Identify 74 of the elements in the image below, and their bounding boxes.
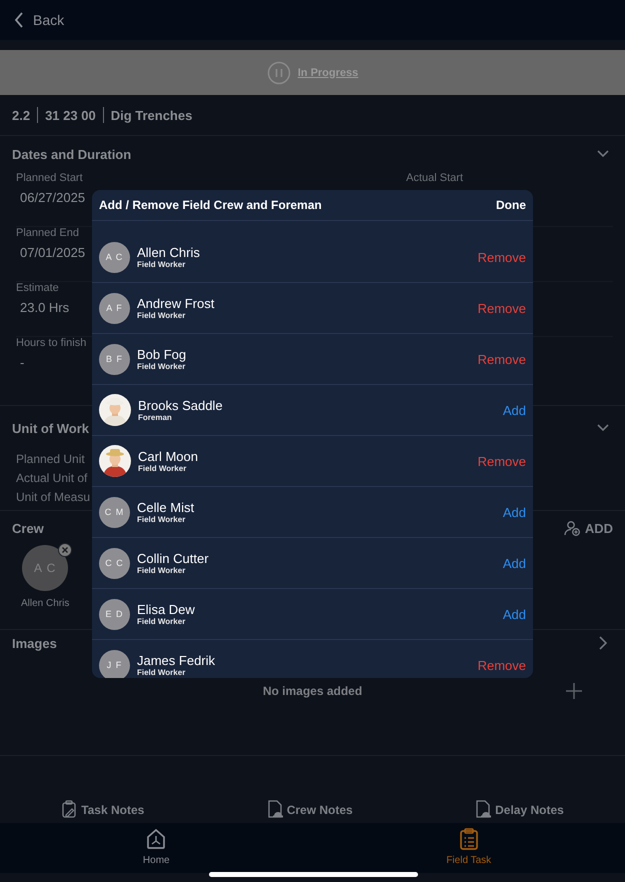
field-label: Planned Start <box>16 172 83 184</box>
field-label: Unit of Measu <box>16 489 90 506</box>
person-add-icon <box>564 520 580 536</box>
person-role: Field Worker <box>137 566 186 575</box>
field-value: 06/27/2025 <box>19 190 86 205</box>
close-icon[interactable] <box>58 543 72 557</box>
pause-icon <box>266 60 291 84</box>
field-label: Planned End <box>16 227 79 239</box>
person-name: Andrew Frost <box>137 296 216 311</box>
person-name: Brooks Saddle <box>138 398 224 413</box>
task-code: 31 23 00 <box>45 108 96 122</box>
avatar: A F <box>99 292 130 324</box>
notes-button[interactable]: Task Notes <box>61 800 144 819</box>
field-label: Actual Start <box>406 172 463 184</box>
member-name: Allen Chris <box>21 598 70 609</box>
task-number: 2.2 <box>12 108 30 122</box>
section-title: Dates and Duration <box>12 146 132 162</box>
person-name: Allen Chris <box>137 245 201 260</box>
person-role: Field Worker <box>138 464 188 473</box>
remove-button[interactable]: Remove <box>478 658 526 672</box>
field-value: - <box>19 355 24 370</box>
field-label: Estimate <box>16 282 59 294</box>
done-button[interactable]: Done <box>496 198 526 212</box>
back-button[interactable]: Back <box>14 12 64 28</box>
person-role: Field Worker <box>137 617 186 626</box>
person-role: Field Worker <box>137 362 186 371</box>
field-value: 07/01/2025 <box>19 245 86 260</box>
avatar: C M <box>99 496 130 528</box>
avatar: A C <box>99 242 130 272</box>
person-name: James Fedrik <box>137 653 216 668</box>
avatar: B F <box>99 344 130 374</box>
add-crew-button[interactable]: ADD <box>564 520 613 536</box>
dialog-title: Add / Remove Field Crew and Foreman <box>99 198 322 212</box>
remove-button[interactable]: Remove <box>478 300 526 316</box>
tab[interactable]: Home <box>116 828 196 873</box>
task-name: Dig Trenches <box>110 108 192 122</box>
remove-button[interactable]: Remove <box>478 250 526 264</box>
person-role: Field Worker <box>137 515 186 524</box>
clipboard-icon <box>458 828 480 850</box>
field-label: Actual Unit of <box>16 470 88 487</box>
delay-notes-icon <box>475 800 492 819</box>
person-name: Elisa Dew <box>137 602 196 617</box>
add-button[interactable]: Add <box>502 504 526 520</box>
empty-message: No images added <box>262 684 362 698</box>
crew-notes-icon <box>266 800 284 819</box>
tab[interactable]: Field Task <box>428 828 509 873</box>
notes-button[interactable]: Crew Notes <box>266 800 353 819</box>
add-button[interactable]: Add <box>502 606 526 622</box>
task-notes-icon <box>61 800 78 819</box>
field-label: Hours to finish <box>16 337 86 349</box>
section-title: Crew <box>12 520 44 536</box>
remove-button[interactable]: Remove <box>478 352 526 366</box>
home-icon <box>145 828 168 850</box>
avatar: C C <box>99 548 130 578</box>
add-button[interactable]: Add <box>502 556 526 570</box>
person-role: Field Worker <box>137 260 186 269</box>
section-title: Images <box>12 636 57 650</box>
person-role: Foreman <box>138 413 173 422</box>
plus-icon[interactable] <box>566 683 582 699</box>
notes-button[interactable]: Delay Notes <box>475 800 564 819</box>
person-role: Field Worker <box>137 311 186 320</box>
back-icon <box>14 12 24 28</box>
field-value: 23.0 Hrs <box>19 300 70 315</box>
person-name: Bob Fog <box>137 347 188 362</box>
add-button[interactable]: Add <box>502 402 526 418</box>
person-name: Celle Mist <box>137 500 196 515</box>
remove-button[interactable]: Remove <box>478 454 526 468</box>
section-title: Unit of Work <box>12 420 90 436</box>
person-name: Carl Moon <box>138 449 199 464</box>
person-name: Collin Cutter <box>137 551 210 566</box>
field-label: Planned Unit <box>16 451 85 468</box>
avatar: J F <box>99 650 130 678</box>
avatar: E D <box>99 598 130 630</box>
person-role: Field Worker <box>137 668 186 677</box>
